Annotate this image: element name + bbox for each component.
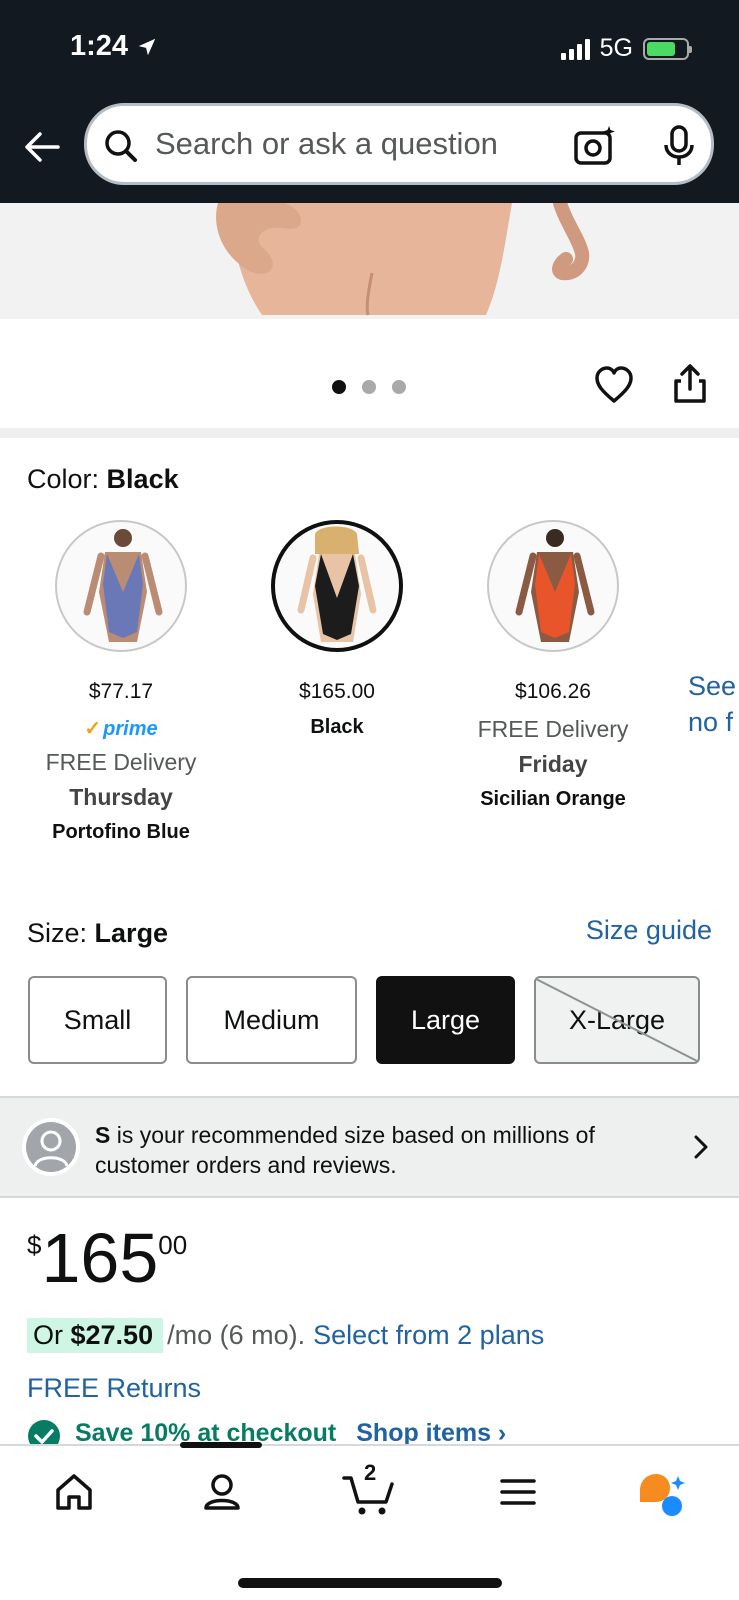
- battery-icon: [643, 37, 692, 60]
- color-option-sicilian-orange[interactable]: $106.26 FREE Delivery Friday Sicilian Or…: [445, 520, 661, 811]
- size-medium-button[interactable]: Medium: [186, 976, 357, 1064]
- monthly-amount: $27.50: [70, 1320, 154, 1350]
- bottom-navigation: 2: [0, 1442, 739, 1600]
- size-xlarge-button[interactable]: X-Large: [534, 976, 700, 1064]
- cell-signal-icon: [560, 38, 590, 60]
- swatch-price: $165.00: [299, 680, 375, 703]
- carousel-dots[interactable]: [332, 380, 406, 394]
- search-icon: [105, 130, 137, 162]
- swatch-delivery-day: Friday: [518, 751, 588, 777]
- select-plans-link[interactable]: Select from 2 plans: [313, 1320, 544, 1351]
- shop-items-link[interactable]: Shop items ›: [356, 1420, 506, 1446]
- swatch-image: [487, 520, 619, 652]
- sheet-handle[interactable]: [180, 1442, 262, 1448]
- carousel-dot[interactable]: [332, 380, 346, 394]
- see-more-colors-link[interactable]: See no f: [688, 668, 736, 740]
- color-label-text: Color:: [27, 464, 100, 494]
- clock-text: 1:24: [70, 30, 129, 62]
- image-controls: [0, 330, 739, 428]
- back-arrow-icon[interactable]: [22, 127, 62, 167]
- swatch-color-name: Portofino Blue: [52, 821, 190, 843]
- prime-badge: ✓ prime: [84, 718, 158, 740]
- free-returns-link[interactable]: FREE Returns: [27, 1373, 201, 1404]
- home-indicator: [238, 1578, 502, 1588]
- search-bar[interactable]: [84, 103, 714, 185]
- price-fraction: 00: [158, 1230, 188, 1260]
- user-silhouette-icon: [26, 1122, 76, 1172]
- microphone-icon[interactable]: [657, 124, 701, 168]
- product-price: $ 165 00: [27, 1222, 187, 1294]
- section-divider: [0, 428, 739, 438]
- search-input[interactable]: [155, 114, 535, 174]
- product-image[interactable]: [0, 203, 739, 319]
- swatch-image: [55, 520, 187, 652]
- monthly-terms: /mo (6 mo).: [167, 1320, 306, 1350]
- size-recommendation-banner[interactable]: S is your recommended size based on mill…: [0, 1096, 739, 1198]
- see-more-text: See: [688, 671, 737, 701]
- selected-size: Large: [94, 918, 169, 948]
- location-arrow-icon: [138, 38, 156, 55]
- home-icon[interactable]: [54, 1472, 94, 1512]
- swatch-color-name: Sicilian Orange: [480, 788, 626, 810]
- swatch-price: $77.17: [88, 680, 154, 703]
- selected-color: Black: [106, 464, 179, 494]
- size-large-button[interactable]: Large: [376, 976, 515, 1064]
- chevron-right-icon: [694, 1135, 708, 1159]
- cart-button[interactable]: 2: [342, 1460, 396, 1521]
- swatch-delivery: FREE Delivery: [477, 716, 629, 742]
- camera-lens-icon[interactable]: [573, 124, 617, 168]
- see-more-text-2: no f: [688, 707, 734, 737]
- monthly-highlight: Or $27.50: [27, 1318, 164, 1353]
- swatch-price: $106.26: [515, 680, 591, 703]
- color-option-portofino-blue[interactable]: $77.17 ✓ prime FREE Delivery Thursday Por…: [13, 520, 229, 844]
- status-time: 1:24: [70, 30, 158, 63]
- swatch-delivery-day: Thursday: [69, 784, 173, 810]
- carousel-dot[interactable]: [392, 380, 406, 394]
- swatch-image: [271, 520, 403, 652]
- recommended-size: S: [95, 1122, 111, 1148]
- size-label-text: Size:: [27, 918, 88, 948]
- product-photo: [216, 203, 590, 316]
- color-option-black[interactable]: $165.00 Black: [229, 520, 445, 739]
- share-icon[interactable]: [672, 364, 708, 404]
- menu-icon[interactable]: [498, 1472, 538, 1512]
- rufus-assistant-icon[interactable]: [636, 1472, 688, 1518]
- carousel-dot[interactable]: [362, 380, 376, 394]
- swatch-delivery: FREE Delivery: [45, 749, 197, 775]
- account-icon[interactable]: [202, 1472, 242, 1512]
- save-coupon-row[interactable]: Save 10% at checkout Shop items ›: [27, 1420, 506, 1446]
- size-small-button[interactable]: Small: [28, 976, 167, 1064]
- recommendation-text: S is your recommended size based on mill…: [95, 1120, 675, 1180]
- size-guide-link[interactable]: Size guide: [586, 915, 712, 946]
- check-circle-icon: [28, 1420, 60, 1446]
- price-whole: 165: [41, 1219, 159, 1297]
- swatch-color-name: Black: [310, 716, 364, 738]
- color-label: Color: Black: [27, 464, 179, 495]
- status-indicators: 5G: [560, 34, 692, 63]
- size-label: Size: Large: [27, 918, 168, 949]
- price-symbol: $: [27, 1230, 42, 1260]
- heart-icon[interactable]: [594, 366, 634, 404]
- recommendation-body: is your recommended size based on millio…: [95, 1122, 595, 1178]
- top-header: 1:24 5G: [0, 0, 739, 203]
- cart-count: 2: [364, 1460, 377, 1485]
- monthly-payment: Or $27.50 /mo (6 mo). Select from 2 plan…: [27, 1318, 544, 1353]
- avatar: [22, 1118, 80, 1176]
- network-type: 5G: [599, 34, 633, 62]
